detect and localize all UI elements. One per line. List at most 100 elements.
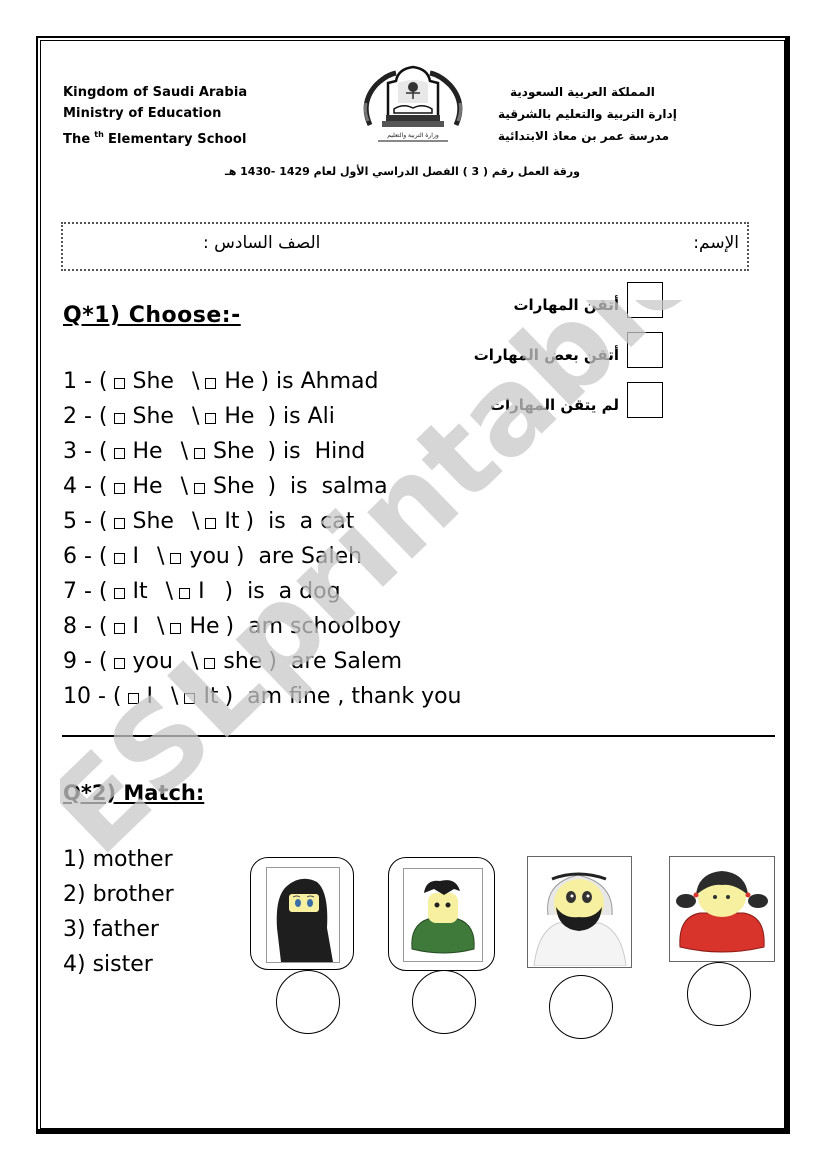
option-checkbox[interactable] bbox=[113, 448, 125, 459]
match-word: 2) brother bbox=[63, 882, 174, 907]
choose-item: 5 - (She \ It) is a cat bbox=[63, 504, 462, 539]
option-checkbox[interactable] bbox=[194, 448, 206, 459]
option-2: She bbox=[213, 474, 255, 499]
picture-card bbox=[388, 857, 495, 971]
header-english: Kingdom of Saudi Arabia Ministry of Educ… bbox=[63, 82, 247, 150]
skill-checkbox[interactable] bbox=[627, 382, 663, 418]
option-checkbox[interactable] bbox=[113, 658, 125, 669]
option-checkbox[interactable] bbox=[113, 623, 125, 634]
option-1: She bbox=[132, 509, 174, 534]
choose-question-list: 1 - (She \ He) is Ahmad 2 - (She \ He ) is Al… bbox=[63, 364, 462, 714]
sentence-rest: ) is Hind bbox=[260, 439, 366, 464]
option-1: you bbox=[132, 649, 173, 674]
skill-checkbox[interactable] bbox=[627, 332, 663, 368]
match-word-list: 1) mother 2) brother 3) father 4) sister bbox=[63, 842, 174, 982]
answer-circle[interactable] bbox=[687, 962, 751, 1026]
student-info-box: الإسم: الصف السادس : bbox=[61, 222, 749, 271]
header-arabic: المملكة العربية السعودية إدارة التربية و… bbox=[497, 81, 677, 147]
choose-item: 10 - (I \ It) am fine , thank you bbox=[63, 679, 462, 714]
skill-label: أتقن بعض المهارات bbox=[473, 346, 619, 364]
option-separator: \ bbox=[171, 684, 179, 709]
worksheet-title: ورقة العمل رقم ( 3 ) الفصل الدراسي الأول… bbox=[224, 165, 580, 178]
option-separator: \ bbox=[157, 614, 165, 639]
name-field-label[interactable]: الإسم: bbox=[693, 233, 739, 253]
choose-item: 6 - (I \ you) are Saleh bbox=[63, 539, 462, 574]
skill-row: لم يتقن المهارات bbox=[474, 375, 663, 425]
option-2: She bbox=[213, 439, 255, 464]
choose-item: 7 - (It \ I ) is a dog bbox=[63, 574, 462, 609]
svg-text:وزارة التربية والتعليم: وزارة التربية والتعليم bbox=[387, 132, 439, 139]
option-1: She bbox=[132, 369, 174, 394]
sentence-rest: ) am schoolboy bbox=[225, 614, 401, 639]
skill-label: أتقن المهارات bbox=[513, 296, 619, 314]
option-checkbox[interactable] bbox=[194, 483, 206, 494]
sentence-rest: ) is a dog bbox=[210, 579, 341, 604]
answer-circle[interactable] bbox=[549, 975, 613, 1039]
item-number: 7 - ( bbox=[63, 579, 108, 604]
choose-item: 9 - (you \ she) are Salem bbox=[63, 644, 462, 679]
option-checkbox[interactable] bbox=[127, 693, 139, 704]
skill-row: أتقن بعض المهارات bbox=[474, 325, 663, 375]
q1-title: Q*1) Choose:- bbox=[63, 303, 241, 328]
match-word: 3) father bbox=[63, 917, 159, 942]
match-word: 1) mother bbox=[63, 847, 173, 872]
sentence-rest: ) am fine , thank you bbox=[224, 684, 462, 709]
option-separator: \ bbox=[191, 509, 200, 534]
option-checkbox[interactable] bbox=[170, 623, 182, 634]
option-checkbox[interactable] bbox=[205, 378, 217, 389]
option-2: He bbox=[224, 404, 255, 429]
girl-pigtails-red-picture-icon bbox=[676, 871, 768, 953]
skill-label: لم يتقن المهارات bbox=[489, 396, 619, 414]
choose-item: 4 - (He \ She ) is salma bbox=[63, 469, 462, 504]
option-2: you bbox=[189, 544, 230, 569]
item-number: 9 - ( bbox=[63, 649, 108, 674]
choose-item: 3 - (He \ She ) is Hind bbox=[63, 434, 462, 469]
item-number: 5 - ( bbox=[63, 509, 108, 534]
choose-item: 8 - (I \ He) am schoolboy bbox=[63, 609, 462, 644]
skill-row: أتقن المهارات bbox=[474, 275, 663, 325]
option-1: She bbox=[132, 404, 174, 429]
ministry-of-education-logo-icon: وزارة التربية والتعليم bbox=[363, 65, 463, 142]
option-1: I bbox=[146, 684, 154, 709]
option-checkbox[interactable] bbox=[113, 483, 125, 494]
sentence-rest: ) is Ali bbox=[260, 404, 335, 429]
father-picture-card bbox=[527, 856, 632, 968]
option-separator: \ bbox=[191, 404, 200, 429]
option-separator: \ bbox=[180, 439, 189, 464]
sentence-rest: ) is salma bbox=[260, 474, 388, 499]
option-checkbox[interactable] bbox=[184, 693, 196, 704]
option-checkbox[interactable] bbox=[113, 518, 125, 529]
option-checkbox[interactable] bbox=[205, 413, 217, 424]
item-number: 1 - ( bbox=[63, 369, 108, 394]
option-2: she bbox=[223, 649, 263, 674]
choose-item: 1 - (She \ He) is Ahmad bbox=[63, 364, 462, 399]
option-checkbox[interactable] bbox=[113, 378, 125, 389]
item-number: 2 - ( bbox=[63, 404, 108, 429]
option-checkbox[interactable] bbox=[170, 553, 182, 564]
option-checkbox[interactable] bbox=[179, 588, 191, 599]
section-divider bbox=[62, 735, 775, 737]
option-separator: \ bbox=[165, 579, 174, 604]
option-1: He bbox=[132, 439, 163, 464]
skill-checkbox[interactable] bbox=[627, 282, 663, 318]
option-2: It bbox=[224, 509, 240, 534]
sentence-rest: ) are Saleh bbox=[235, 544, 363, 569]
answer-circle[interactable] bbox=[412, 970, 476, 1034]
match-word: 4) sister bbox=[63, 952, 153, 977]
ministry-line: Ministry of Education bbox=[63, 106, 222, 121]
picture-card bbox=[250, 857, 354, 970]
sentence-rest: ) is Ahmad bbox=[260, 369, 379, 394]
option-checkbox[interactable] bbox=[113, 413, 125, 424]
answer-circle[interactable] bbox=[276, 970, 340, 1034]
sister-picture-card bbox=[669, 856, 775, 962]
item-number: 10 - ( bbox=[63, 684, 122, 709]
school-line-arabic: مدرسة عمر بن معاذ الابتدائية bbox=[497, 129, 669, 143]
option-1: I bbox=[132, 544, 140, 569]
option-checkbox[interactable] bbox=[204, 658, 216, 669]
option-2: He bbox=[189, 614, 220, 639]
man-ghutra-beard-picture-icon bbox=[533, 872, 627, 967]
option-checkbox[interactable] bbox=[205, 518, 217, 529]
item-number: 6 - ( bbox=[63, 544, 108, 569]
option-checkbox[interactable] bbox=[113, 553, 125, 564]
option-checkbox[interactable] bbox=[113, 588, 125, 599]
